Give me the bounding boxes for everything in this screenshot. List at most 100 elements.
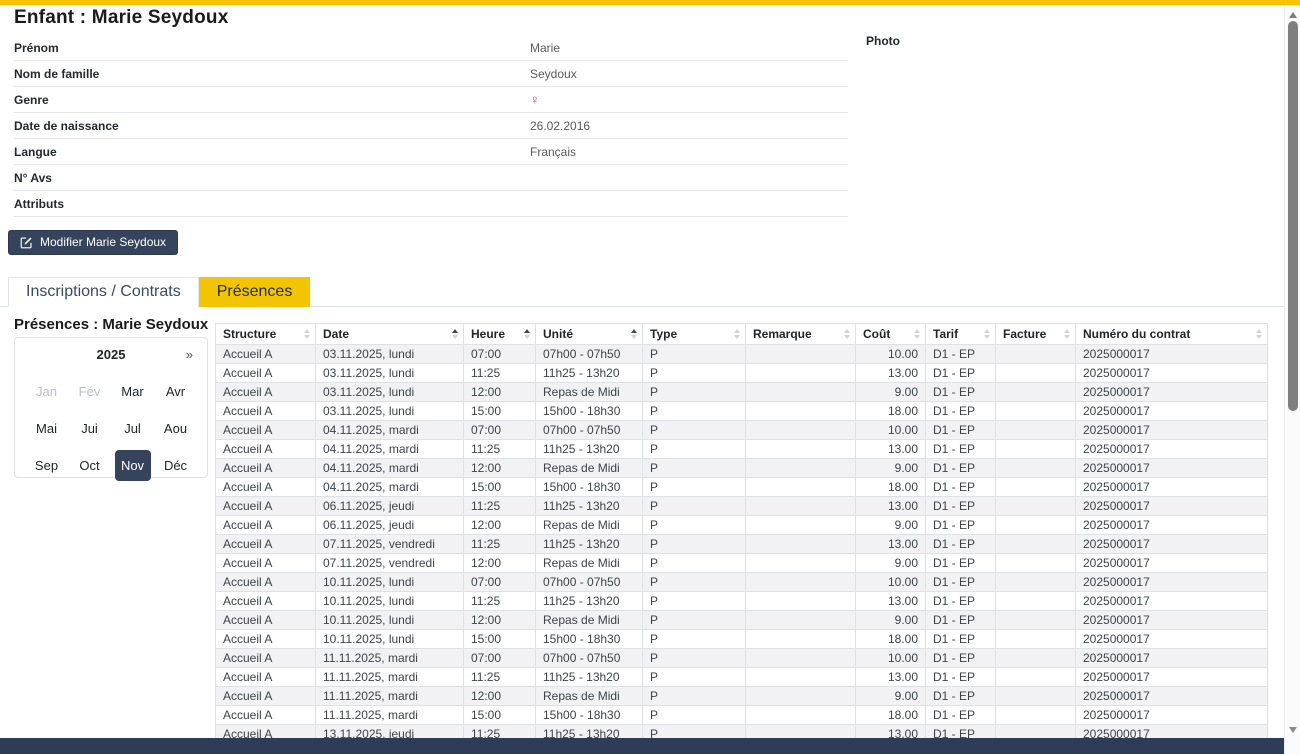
month-jan[interactable]: Jan — [29, 376, 65, 407]
cell: 18.00 — [856, 706, 926, 725]
cell: 10.11.2025, lundi — [316, 611, 464, 630]
sort-down-arrow — [631, 335, 637, 339]
cell: P — [643, 535, 746, 554]
form-row: Nom de familleSeydoux — [14, 61, 848, 87]
month-mai[interactable]: Mai — [29, 413, 65, 444]
cell: D1 - EP — [926, 478, 996, 497]
table-row[interactable]: Accueil A04.11.2025, mardi15:0015h00 - 1… — [216, 478, 1268, 497]
month-fév[interactable]: Fév — [72, 376, 108, 407]
cell — [996, 687, 1076, 706]
sort-icon — [452, 329, 458, 339]
next-year-button[interactable]: » — [186, 347, 193, 363]
cell: D1 - EP — [926, 364, 996, 383]
cell: 11h25 - 13h20 — [536, 668, 643, 687]
table-row[interactable]: Accueil A11.11.2025, mardi07:0007h00 - 0… — [216, 649, 1268, 668]
cell — [996, 649, 1076, 668]
cell: 2025000017 — [1076, 478, 1268, 497]
column-header-date[interactable]: Date — [316, 324, 464, 345]
table-row[interactable]: Accueil A10.11.2025, lundi12:00Repas de … — [216, 611, 1268, 630]
column-header-tarif[interactable]: Tarif — [926, 324, 996, 345]
cell: 2025000017 — [1076, 573, 1268, 592]
column-header-type[interactable]: Type — [643, 324, 746, 345]
cell: P — [643, 364, 746, 383]
table-row[interactable]: Accueil A11.11.2025, mardi15:0015h00 - 1… — [216, 706, 1268, 725]
column-header-unit-[interactable]: Unité — [536, 324, 643, 345]
cell: Accueil A — [216, 421, 316, 440]
table-row[interactable]: Accueil A03.11.2025, lundi11:2511h25 - 1… — [216, 364, 1268, 383]
scroll-up-icon[interactable] — [1289, 12, 1297, 18]
calendar-year[interactable]: 2025 — [25, 347, 197, 362]
cell: Accueil A — [216, 402, 316, 421]
table-row[interactable]: Accueil A11.11.2025, mardi12:00Repas de … — [216, 687, 1268, 706]
month-oct[interactable]: Oct — [72, 450, 108, 481]
table-row[interactable]: Accueil A03.11.2025, lundi12:00Repas de … — [216, 383, 1268, 402]
table-row[interactable]: Accueil A04.11.2025, mardi12:00Repas de … — [216, 459, 1268, 478]
table-row[interactable]: Accueil A10.11.2025, lundi11:2511h25 - 1… — [216, 592, 1268, 611]
cell: P — [643, 687, 746, 706]
table-row[interactable]: Accueil A04.11.2025, mardi11:2511h25 - 1… — [216, 440, 1268, 459]
cell: D1 - EP — [926, 516, 996, 535]
female-icon: ♀ — [530, 92, 540, 107]
cell: 2025000017 — [1076, 668, 1268, 687]
column-header-num-ro-du-contrat[interactable]: Numéro du contrat — [1076, 324, 1268, 345]
cell: Accueil A — [216, 497, 316, 516]
month-sep[interactable]: Sep — [29, 450, 65, 481]
cell: Accueil A — [216, 383, 316, 402]
cell — [746, 478, 856, 497]
sort-up-arrow — [844, 329, 850, 333]
cell: 2025000017 — [1076, 497, 1268, 516]
table-row[interactable]: Accueil A06.11.2025, jeudi11:2511h25 - 1… — [216, 497, 1268, 516]
cell: Repas de Midi — [536, 554, 643, 573]
page-scrollbar[interactable] — [1284, 5, 1300, 754]
column-header-structure[interactable]: Structure — [216, 324, 316, 345]
cell: 2025000017 — [1076, 706, 1268, 725]
sort-down-arrow — [914, 335, 920, 339]
month-jui[interactable]: Jui — [72, 413, 108, 444]
table-row[interactable]: Accueil A11.11.2025, mardi11:2511h25 - 1… — [216, 668, 1268, 687]
cell: 12:00 — [464, 459, 536, 478]
cell — [996, 421, 1076, 440]
month-avr[interactable]: Avr — [158, 376, 194, 407]
cell: 12:00 — [464, 516, 536, 535]
form-row: Attributs — [14, 191, 848, 217]
cell: 07:00 — [464, 573, 536, 592]
cell: P — [643, 478, 746, 497]
table-row[interactable]: Accueil A07.11.2025, vendredi12:00Repas … — [216, 554, 1268, 573]
month-aou[interactable]: Aou — [158, 413, 194, 444]
table-row[interactable]: Accueil A03.11.2025, lundi15:0015h00 - 1… — [216, 402, 1268, 421]
cell: 11:25 — [464, 440, 536, 459]
table-row[interactable]: Accueil A10.11.2025, lundi07:0007h00 - 0… — [216, 573, 1268, 592]
cell: 12:00 — [464, 383, 536, 402]
table-row[interactable]: Accueil A10.11.2025, lundi15:0015h00 - 1… — [216, 630, 1268, 649]
cell: 11:25 — [464, 668, 536, 687]
month-jul[interactable]: Jul — [115, 413, 151, 444]
scroll-down-icon[interactable] — [1289, 727, 1297, 733]
modify-child-button[interactable]: Modifier Marie Seydoux — [8, 230, 178, 255]
cell: 11h25 - 13h20 — [536, 535, 643, 554]
column-header-co-t[interactable]: Coût — [856, 324, 926, 345]
table-row[interactable]: Accueil A03.11.2025, lundi07:0007h00 - 0… — [216, 345, 1268, 364]
table-row[interactable]: Accueil A04.11.2025, mardi07:0007h00 - 0… — [216, 421, 1268, 440]
scrollbar-thumb[interactable] — [1288, 21, 1298, 411]
table-row[interactable]: Accueil A06.11.2025, jeudi12:00Repas de … — [216, 516, 1268, 535]
tab-presences[interactable]: Présences — [199, 277, 311, 307]
sort-down-arrow — [524, 335, 530, 339]
cell: 07:00 — [464, 649, 536, 668]
cell: 11.11.2025, mardi — [316, 706, 464, 725]
cell: 9.00 — [856, 611, 926, 630]
table-row[interactable]: Accueil A07.11.2025, vendredi11:2511h25 … — [216, 535, 1268, 554]
month-mar[interactable]: Mar — [115, 376, 151, 407]
cell: 03.11.2025, lundi — [316, 383, 464, 402]
month-déc[interactable]: Déc — [158, 450, 194, 481]
tab-inscriptions-contrats[interactable]: Inscriptions / Contrats — [8, 277, 199, 307]
cell — [996, 364, 1076, 383]
cell: D1 - EP — [926, 573, 996, 592]
cell: 2025000017 — [1076, 592, 1268, 611]
column-header-facture[interactable]: Facture — [996, 324, 1076, 345]
cell: Accueil A — [216, 611, 316, 630]
month-nov[interactable]: Nov — [115, 450, 151, 481]
cell: 10.00 — [856, 345, 926, 364]
column-header-heure[interactable]: Heure — [464, 324, 536, 345]
column-header-remarque[interactable]: Remarque — [746, 324, 856, 345]
cell: Accueil A — [216, 440, 316, 459]
